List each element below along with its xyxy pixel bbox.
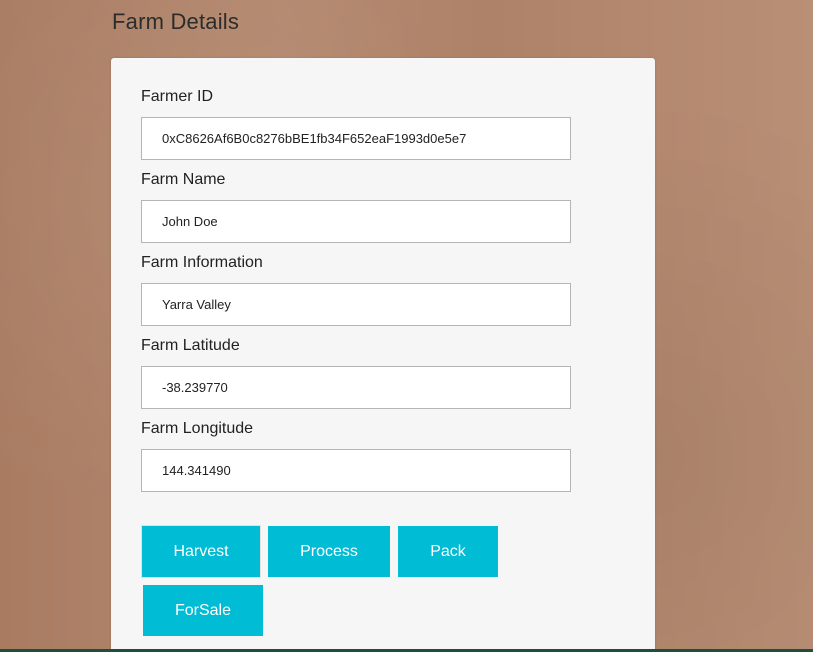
farmer-id-label: Farmer ID: [141, 88, 213, 105]
farm-latitude-label: Farm Latitude: [141, 337, 240, 354]
farm-information-input[interactable]: [141, 283, 571, 326]
farm-longitude-label: Farm Longitude: [141, 420, 254, 437]
farm-details-card: Farmer ID Farm Name Farm Information Far…: [111, 58, 655, 652]
process-button[interactable]: Process: [268, 526, 390, 577]
harvest-button[interactable]: Harvest: [142, 526, 260, 577]
farm-longitude-input[interactable]: [141, 449, 571, 492]
farm-name-input[interactable]: [141, 200, 571, 243]
pack-button[interactable]: Pack: [398, 526, 498, 577]
forsale-button[interactable]: ForSale: [143, 585, 263, 636]
farmer-id-input[interactable]: [141, 117, 571, 160]
farm-name-label: Farm Name: [141, 171, 226, 188]
farm-information-label: Farm Information: [141, 254, 263, 271]
farm-latitude-input[interactable]: [141, 366, 571, 409]
page-title: Farm Details: [112, 9, 240, 34]
